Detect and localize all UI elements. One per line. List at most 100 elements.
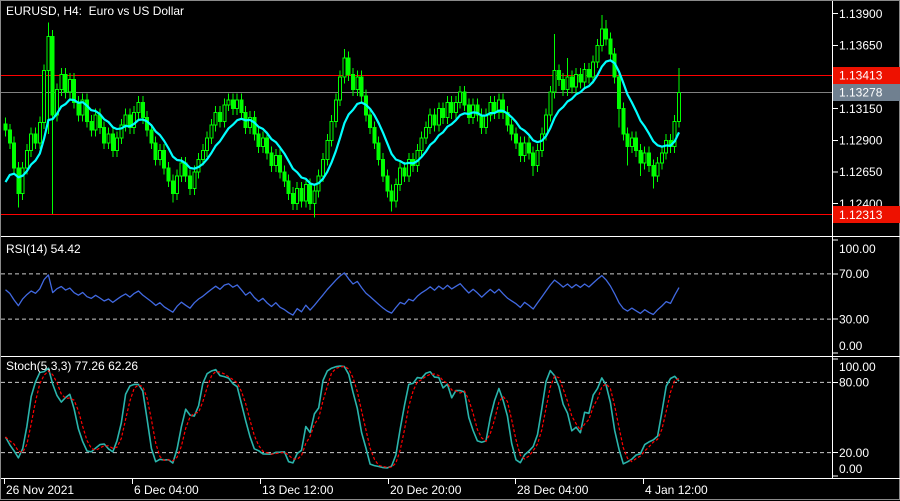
candle-body-bull	[575, 75, 578, 88]
time-tick-label[interactable]: 28 Dec 04:00	[517, 483, 589, 497]
candle-body-bear	[141, 102, 144, 117]
candle-body-bull	[424, 128, 427, 138]
candle-body-bear	[347, 58, 350, 74]
candle-body-bull	[68, 80, 71, 93]
time-tick-label[interactable]: 13 Dec 12:00	[262, 483, 334, 497]
candle-body-bull	[313, 191, 316, 204]
candle-body-bear	[442, 109, 445, 118]
candle-body-bear	[360, 77, 363, 96]
candle-body-bear	[390, 191, 393, 201]
candle-body-bull	[43, 71, 46, 123]
candle-body-bull	[274, 156, 277, 166]
candle-body-bull	[566, 77, 569, 90]
candle-body-bull	[326, 140, 329, 159]
candle-body-bear	[463, 92, 466, 105]
candle-body-bear	[373, 128, 376, 143]
candle-body-bear	[13, 143, 16, 168]
candle-body-bull	[660, 153, 663, 163]
candle-body-bear	[309, 185, 312, 204]
price-tick-label[interactable]: 1.13650	[839, 39, 883, 53]
candle-body-bear	[382, 159, 385, 175]
candle-body-bear	[626, 134, 629, 147]
candle-body-bull	[60, 75, 63, 90]
price-tick-label[interactable]: 1.12650	[839, 165, 883, 179]
candle-body-bull	[592, 62, 595, 77]
candle-body-bull	[583, 69, 586, 82]
candle-body-bull	[429, 115, 432, 128]
candle-body-bull	[600, 29, 603, 45]
time-tick-label[interactable]: 20 Dec 20:00	[390, 483, 462, 497]
price-tick-label[interactable]: 1.13900	[839, 7, 883, 21]
rsi-tick-label[interactable]: 0.00	[839, 339, 863, 353]
candle-body-bull	[25, 151, 28, 169]
price-badge-label: 1.12313	[839, 208, 883, 222]
scales	[1, 1, 900, 484]
candle-body-bear	[377, 143, 380, 159]
candle-body-bull	[30, 134, 33, 150]
candle-body-bear	[150, 130, 153, 143]
price-tick-label[interactable]: 1.12900	[839, 134, 883, 148]
chart-canvas[interactable]: 1.139001.136501.131501.129001.126501.124…	[1, 1, 900, 501]
rsi-tick-label[interactable]: 100.00	[839, 242, 876, 256]
candle-body-bear	[515, 134, 518, 143]
candle-body-bull	[214, 113, 217, 126]
candle-body-bull	[38, 123, 41, 143]
candle-body-bear	[146, 118, 149, 131]
candle-body-bear	[188, 176, 191, 189]
candle-body-bear	[386, 176, 389, 191]
candle-body-bear	[103, 128, 106, 143]
candle-body-bull	[334, 100, 337, 122]
rsi-tick-label[interactable]: 30.00	[839, 312, 869, 326]
candle-body-bear	[622, 109, 625, 134]
candle-body-bull	[472, 105, 475, 118]
candle-body-bear	[617, 77, 620, 109]
candle-body-bull	[523, 143, 526, 156]
time-tick-label[interactable]: 4 Jan 12:00	[645, 483, 708, 497]
candle-body-bull	[596, 45, 599, 61]
candle-body-bull	[158, 151, 161, 160]
candle-body-bear	[639, 151, 642, 164]
rsi-tick-label[interactable]: 70.00	[839, 267, 869, 281]
candle-body-bear	[635, 138, 638, 151]
candle-body-bear	[605, 29, 608, 39]
time-tick-label[interactable]: 26 Nov 2021	[6, 483, 74, 497]
candle-body-bear	[527, 143, 530, 153]
candle-body-bull	[206, 138, 209, 151]
candle-body-bear	[648, 153, 651, 166]
candle-body-bull	[137, 102, 140, 112]
candle-body-bull	[459, 92, 462, 102]
candle-body-bear	[557, 71, 560, 80]
candle-body-bear	[4, 124, 7, 130]
candle-body-bear	[90, 121, 93, 130]
candle-body-bull	[296, 189, 299, 204]
candle-body-bull	[343, 58, 346, 77]
candle-body-bear	[609, 39, 612, 54]
candle-body-bull	[394, 185, 397, 201]
candle-body-bull	[545, 115, 548, 134]
stoch-tick-label[interactable]: 20.00	[839, 446, 869, 460]
candle-body-bull	[223, 105, 226, 121]
candle-body-bull	[193, 172, 196, 188]
stoch-tick-label[interactable]: 100.00	[839, 360, 876, 374]
candle-body-bull	[549, 92, 552, 115]
trading-chart-window: EURUSD, H4: Euro vs US Dollar RSI(14) 54…	[0, 0, 900, 500]
candle-body-bear	[171, 181, 174, 194]
stoch-tick-label[interactable]: 0.00	[839, 462, 863, 476]
candle-body-bull	[330, 121, 333, 140]
time-tick-label[interactable]: 6 Dec 04:00	[134, 483, 199, 497]
candle-body-bull	[116, 138, 119, 151]
candle-body-bull	[484, 115, 487, 128]
candle-body-bear	[270, 153, 273, 166]
stoch-tick-label[interactable]: 80.00	[839, 376, 869, 390]
candle-body-bull	[21, 168, 24, 193]
candle-body-bull	[210, 125, 213, 138]
candle-body-bear	[480, 115, 483, 128]
candle-body-bear	[532, 153, 535, 166]
candle-body-bear	[587, 69, 590, 77]
candle-body-bull	[356, 77, 359, 90]
candle-body-bear	[51, 37, 54, 116]
candle-body-bear	[291, 194, 294, 204]
candle-body-bull	[416, 151, 419, 166]
candle-body-bull	[176, 176, 179, 194]
price-tick-label[interactable]: 1.13150	[839, 102, 883, 116]
